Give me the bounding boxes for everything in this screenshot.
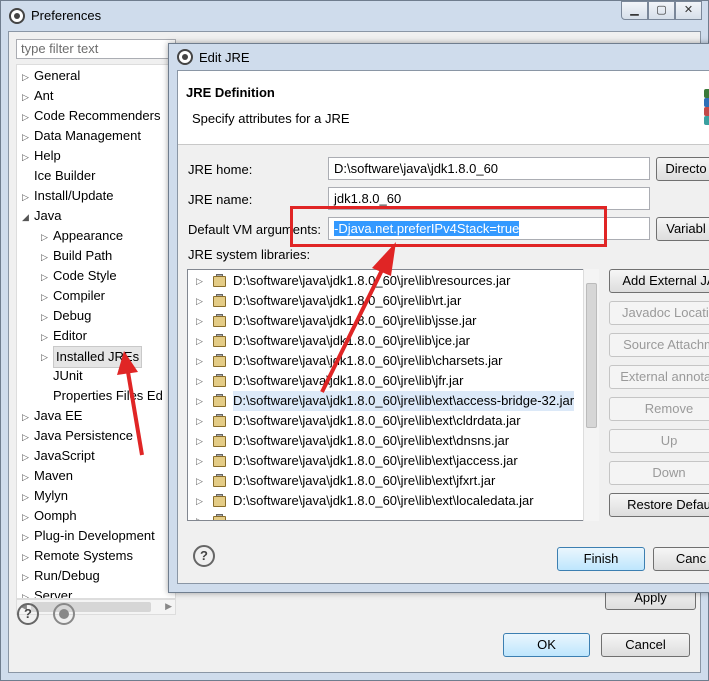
arrow-head-up bbox=[372, 242, 396, 276]
arrow-to-installed-jres bbox=[126, 371, 144, 456]
annotation-arrows bbox=[117, 242, 396, 456]
arrow-to-vm-arguments bbox=[320, 267, 385, 393]
arrow-head-up bbox=[117, 351, 138, 375]
